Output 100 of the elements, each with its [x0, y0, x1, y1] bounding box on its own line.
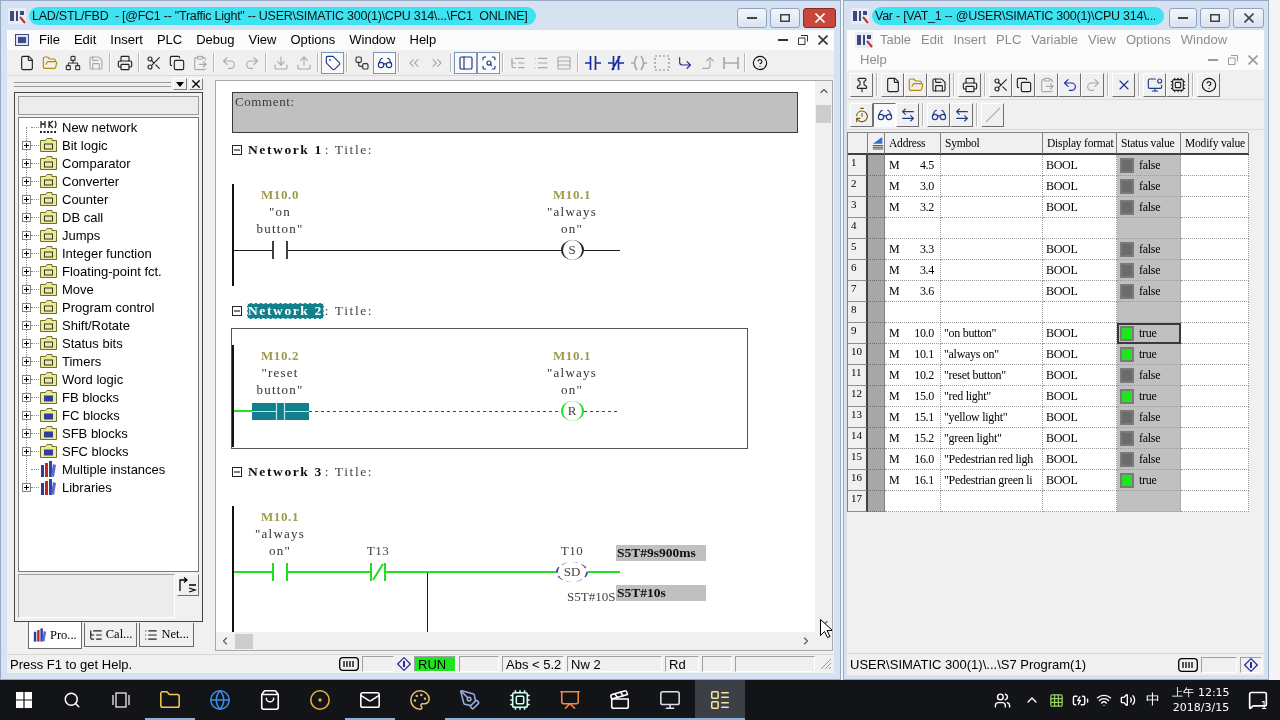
scroll-thumb[interactable]: [235, 633, 253, 649]
tree-item[interactable]: Timers: [62, 353, 102, 369]
tree-item[interactable]: SFC blocks: [62, 443, 129, 459]
restore-button[interactable]: [796, 33, 810, 47]
network-title[interactable]: Network 3: [247, 464, 324, 480]
menu-item[interactable]: PLC: [149, 30, 190, 50]
expand-icon[interactable]: [22, 320, 31, 330]
row-number: 16: [848, 470, 868, 491]
stacked-windows-icon: [111, 692, 130, 708]
collapse-icon[interactable]: [232, 145, 242, 155]
tree-item[interactable]: FB blocks: [62, 389, 120, 405]
input-method-button[interactable]: 中: [1140, 680, 1166, 720]
toolbar-button[interactable]: [321, 51, 344, 74]
toolbar-button[interactable]: [373, 51, 396, 74]
expand-icon[interactable]: [22, 212, 31, 222]
menu-item[interactable]: Help: [402, 30, 444, 50]
tree-item[interactable]: Counter: [62, 191, 109, 207]
expand-icon[interactable]: [22, 266, 31, 276]
tree-item[interactable]: Shift/Rotate: [62, 317, 130, 333]
expand-icon[interactable]: [22, 410, 31, 420]
tree-item[interactable]: Multiple instances: [62, 461, 166, 477]
tree-item[interactable]: New network: [62, 119, 138, 135]
coil[interactable]: S: [560, 240, 584, 260]
expand-icon[interactable]: [22, 482, 31, 492]
insert-button[interactable]: [177, 574, 199, 596]
maximize-button[interactable]: [770, 8, 800, 28]
tree-item[interactable]: DB call: [62, 209, 104, 225]
expand-icon[interactable]: [22, 356, 31, 366]
minimize-button[interactable]: [1169, 8, 1197, 28]
maximize-button[interactable]: [1200, 8, 1230, 28]
collapse-icon[interactable]: [232, 306, 242, 316]
menu-item[interactable]: Edit: [66, 30, 104, 50]
diamond-icon: [1244, 657, 1258, 672]
menu-item[interactable]: Insert: [103, 30, 150, 50]
close-button[interactable]: [803, 8, 836, 28]
expand-icon[interactable]: [22, 248, 31, 258]
table-cell: [868, 470, 885, 491]
tree-item[interactable]: Move: [62, 281, 94, 297]
address-value: 10.2: [914, 367, 934, 383]
expand-icon[interactable]: [22, 428, 31, 438]
comment-field[interactable]: Comment:: [232, 92, 798, 133]
expand-icon[interactable]: [22, 230, 31, 240]
tree-item[interactable]: SFB blocks: [62, 425, 128, 441]
open-folder-icon: [41, 54, 58, 71]
tree-item[interactable]: Bit logic: [62, 137, 108, 153]
copy-icon: [168, 54, 185, 71]
tree-item[interactable]: Word logic: [62, 371, 124, 387]
expand-icon[interactable]: [22, 176, 31, 186]
window-title: LAD/STL/FBD - [@FC1 -- "Traffic Light" -- USER\SIMATIC 300(1)\CPU 314\...\FC1 ONLINE]: [29, 6, 536, 25]
resize-grip-icon[interactable]: [820, 658, 832, 670]
expand-icon[interactable]: [22, 140, 31, 150]
tree-item[interactable]: Libraries: [62, 479, 112, 495]
panel-tab[interactable]: Cal...: [83, 623, 138, 647]
network-icon: [64, 54, 81, 71]
tree-item[interactable]: Comparator: [62, 155, 131, 171]
clock[interactable]: 上午 12:15 2018/3/15: [1166, 680, 1236, 720]
contact-icon[interactable]: [272, 241, 288, 259]
expand-icon[interactable]: [22, 392, 31, 402]
list-layout-icon: [709, 689, 731, 711]
toolbar-button[interactable]: [873, 102, 896, 127]
expand-icon[interactable]: [22, 158, 31, 168]
tree-item[interactable]: FC blocks: [62, 407, 120, 423]
panel-tab[interactable]: Net...: [139, 623, 194, 647]
expand-icon[interactable]: [22, 338, 31, 348]
menu-item[interactable]: Debug: [189, 30, 242, 50]
tree-item[interactable]: Floating-point fct.: [62, 263, 162, 279]
collapse-icon[interactable]: [232, 467, 242, 477]
expand-icon[interactable]: [22, 446, 31, 456]
table-cell: BOOL: [1043, 323, 1117, 344]
tree-item[interactable]: Integer function: [62, 245, 152, 261]
tree-item[interactable]: Status bits: [62, 335, 123, 351]
menu-item[interactable]: Options: [283, 30, 343, 50]
close-button[interactable]: [1233, 8, 1264, 28]
tree-item[interactable]: Converter: [62, 173, 120, 189]
menu-item[interactable]: File: [32, 30, 67, 50]
expand-icon[interactable]: [22, 194, 31, 204]
scroll-thumb[interactable]: [816, 105, 831, 123]
zoom-window-icon: [480, 54, 497, 71]
coil[interactable]: R: [560, 401, 584, 421]
expand-icon[interactable]: [22, 374, 31, 384]
close-button[interactable]: [816, 33, 830, 47]
menu-item[interactable]: View: [241, 30, 284, 50]
folder-icon: [40, 174, 57, 188]
minimize-button[interactable]: [737, 8, 767, 28]
network-title[interactable]: Network 1: [247, 142, 324, 158]
taskbar-app[interactable]: [695, 680, 745, 720]
address-value: 3.4: [919, 262, 934, 278]
undo-icon: [1061, 76, 1078, 93]
status-value: false: [1139, 283, 1161, 299]
selected-contact-icon[interactable]: [251, 403, 309, 420]
tree-item[interactable]: Program control: [62, 299, 155, 315]
menu-item[interactable]: Window: [342, 30, 403, 50]
expand-icon[interactable]: [22, 284, 31, 294]
redo-icon: [1084, 76, 1101, 93]
network-title[interactable]: Network 2: [247, 303, 324, 319]
panel-tab[interactable]: Pro...: [28, 622, 82, 649]
dropdown-button[interactable]: [173, 78, 187, 90]
expand-icon[interactable]: [22, 302, 31, 312]
table-cell: [868, 218, 885, 239]
tree-item[interactable]: Jumps: [62, 227, 101, 243]
